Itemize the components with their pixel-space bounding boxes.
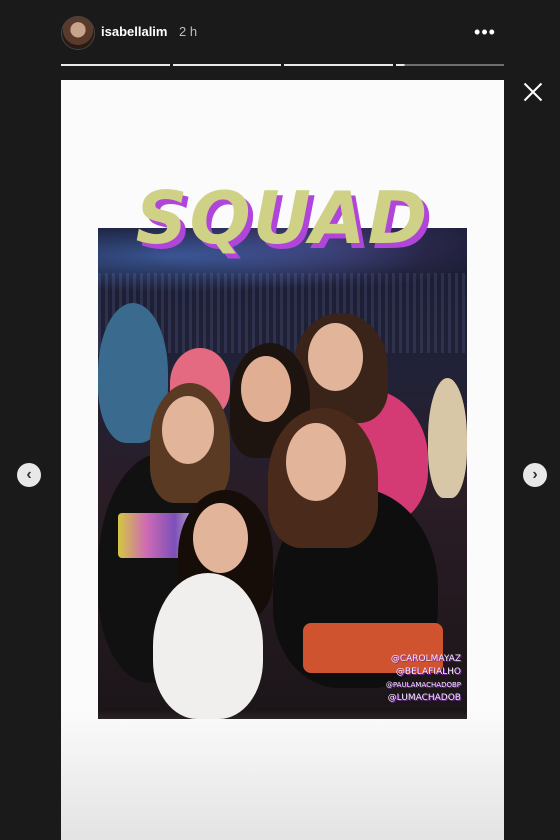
story-content[interactable]: @CAROLMAYAZ @BELAFIALHO @PAULAMACHADOBP … [61, 80, 504, 840]
mention-tags: @CAROLMAYAZ @BELAFIALHO @PAULAMACHADOBP … [386, 653, 461, 705]
story-photo: @CAROLMAYAZ @BELAFIALHO @PAULAMACHADOBP … [98, 228, 467, 719]
progress-segment [172, 64, 281, 66]
face-shape [162, 396, 214, 464]
progress-segment [61, 64, 170, 66]
face-shape [193, 503, 248, 573]
story-header: isabellalim 2 h ••• [0, 0, 560, 64]
mention-tag[interactable]: @LUMACHADOB [386, 692, 461, 705]
face-shape [241, 356, 291, 422]
squad-sticker: SQUAD [135, 176, 430, 260]
progress-segment [284, 64, 393, 66]
face-shape [286, 423, 346, 501]
face-shape [308, 323, 363, 391]
profile-avatar[interactable] [61, 16, 95, 50]
progress-segment-current [395, 64, 504, 66]
story-fade [61, 710, 504, 840]
person-shape [153, 573, 263, 719]
chevron-right-icon: › [532, 466, 538, 483]
mention-tag[interactable]: @PAULAMACHADOBP [386, 679, 461, 692]
story-progress-bar [61, 64, 504, 66]
mention-tag[interactable]: @CAROLMAYAZ [386, 653, 461, 666]
chevron-left-icon: ‹ [26, 466, 32, 483]
post-time: 2 h [179, 24, 198, 39]
close-icon[interactable] [519, 78, 547, 106]
person-shape [428, 378, 467, 498]
mention-tag[interactable]: @BELAFIALHO [386, 666, 461, 679]
next-story-button[interactable]: › [523, 463, 547, 487]
previous-story-button[interactable]: ‹ [17, 463, 41, 487]
more-options-icon[interactable]: ••• [470, 20, 500, 44]
username-link[interactable]: isabellalim [101, 24, 167, 39]
